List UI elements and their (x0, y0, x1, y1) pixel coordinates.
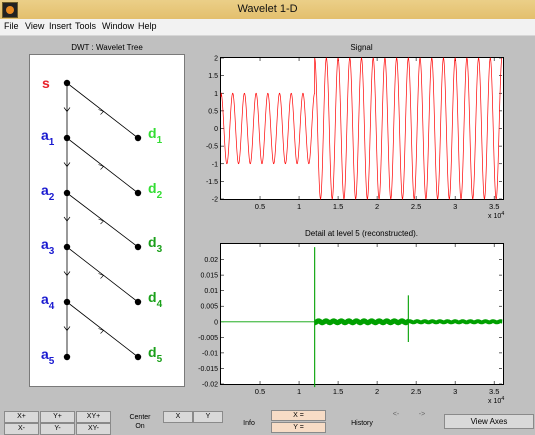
center-x-button[interactable]: X (163, 411, 193, 423)
x-tick-label: 2.5 (411, 387, 421, 396)
y-tick-label: 0.005 (200, 304, 218, 311)
y-tick-label: -0.005 (198, 335, 218, 342)
x-tick-label: 3.5 (489, 387, 499, 396)
history-label: History (351, 420, 373, 427)
y-tick-label: -0.02 (202, 382, 218, 389)
zoom-y-minus-button[interactable]: Y- (40, 423, 75, 435)
history-forward-button[interactable]: -> (414, 411, 430, 418)
zoom-x-minus-button[interactable]: X- (4, 423, 39, 435)
center-y-button[interactable]: Y (193, 411, 223, 423)
x-tick-label: 1.5 (333, 387, 343, 396)
x-tick-label: 2 (375, 387, 379, 396)
y-tick-label: -0.01 (202, 350, 218, 357)
y-tick-label: 0 (214, 319, 218, 326)
y-tick-label: 0.02 (204, 257, 218, 264)
x-coordinate-field: X = (271, 410, 326, 421)
info-label: Info (243, 420, 255, 427)
zoom-xy-minus-button[interactable]: XY- (76, 423, 111, 435)
zoom-y-plus-button[interactable]: Y+ (40, 411, 75, 423)
zoom-x-plus-button[interactable]: X+ (4, 411, 39, 423)
y-tick-label: 0.01 (204, 288, 218, 295)
x-tick-label: 3 (453, 387, 457, 396)
y-coordinate-field: Y = (271, 422, 326, 433)
x-axis-multiplier: x 104 (488, 396, 504, 405)
x-tick-label: 1 (297, 387, 301, 396)
x-tick-label: 0.5 (255, 387, 265, 396)
center-label: Center (129, 414, 151, 421)
detail-plot: 0.5 1 1.5 2 2.5 3 3.5 0.02 0.015 0.01 0.005 0 -0.005… (198, 244, 504, 405)
history-back-button[interactable]: <- (388, 411, 404, 418)
zoom-xy-plus-button[interactable]: XY+ (76, 411, 111, 423)
y-tick-label: 0.015 (200, 273, 218, 280)
y-tick-label: -0.015 (198, 366, 218, 373)
